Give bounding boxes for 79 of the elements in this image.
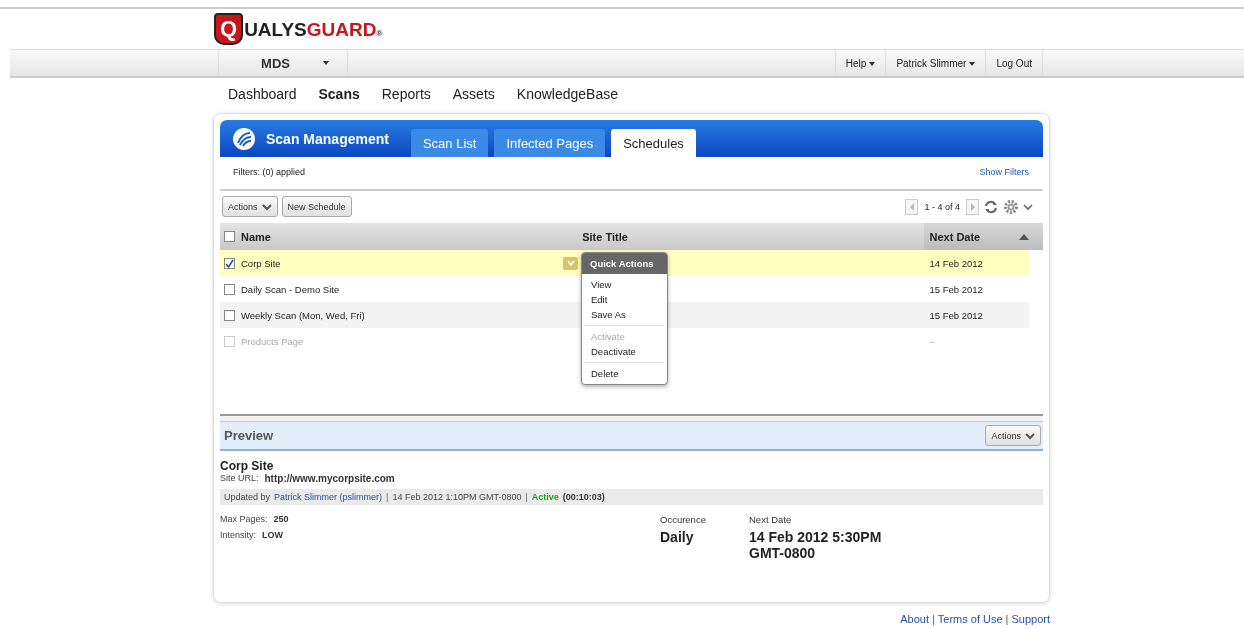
nav-link[interactable]: Scans xyxy=(318,86,360,108)
swirl-icon xyxy=(232,126,256,151)
right-arrow-icon xyxy=(969,202,976,211)
site-name: Corp Site xyxy=(220,459,275,473)
nav-link[interactable]: Dashboard xyxy=(228,86,297,108)
updated-time: 14 Feb 2012 1:10PM GMT-0800 xyxy=(392,492,522,502)
separator: | xyxy=(1005,613,1009,625)
panel-title: Scan Management xyxy=(266,130,389,147)
field-value: 250 xyxy=(273,514,289,524)
new-schedule-button[interactable]: New Schedule xyxy=(281,196,352,217)
field-label: Max Pages: xyxy=(220,514,268,524)
sort-icon[interactable] xyxy=(1019,233,1029,240)
table-cell: Weekly Scan (Mon, Wed, Fri) xyxy=(241,309,365,321)
table-cell: 15 Feb 2012 xyxy=(929,309,983,321)
footer-link[interactable]: About xyxy=(900,613,929,625)
updated-label: Updated by xyxy=(224,492,271,502)
table-cell: Corp Site xyxy=(241,257,281,269)
checkbox[interactable] xyxy=(224,309,235,321)
tab[interactable]: Schedules xyxy=(611,129,696,157)
actions-button[interactable]: Actions xyxy=(222,196,278,217)
field-label: Site URL: xyxy=(220,473,259,484)
tab[interactable]: Infected Pages xyxy=(494,129,606,157)
refresh-icon[interactable] xyxy=(983,198,999,215)
paging-text: 1 - 4 of 4 xyxy=(923,201,961,212)
splitter-bar[interactable] xyxy=(220,414,1043,422)
caret-icon xyxy=(869,61,876,66)
menu-title: Quick Actions xyxy=(582,253,667,274)
workspace-dropdown[interactable]: MDS xyxy=(218,50,348,76)
field-label: Occurence xyxy=(660,514,707,525)
menu-item[interactable]: Deactivate xyxy=(582,344,667,359)
duration-text: (00:10:03) xyxy=(562,492,605,502)
menu-item[interactable]: Delete xyxy=(582,366,667,381)
chevron-icon xyxy=(566,260,575,266)
table-cell: 15 Feb 2012 xyxy=(929,283,983,295)
table-cell: Products Page xyxy=(241,335,304,347)
left-arrow-icon xyxy=(908,202,915,211)
separator: | xyxy=(931,613,935,625)
next-date-value: 14 Feb 2012 5:30PM GMT-0800 xyxy=(749,529,883,561)
checkbox[interactable] xyxy=(224,231,235,242)
field-label: Intensity: xyxy=(220,530,257,540)
top-bar-link[interactable]: Log Out xyxy=(985,50,1043,76)
caret-icon xyxy=(322,61,329,65)
top-bar-link[interactable]: Patrick Slimmer xyxy=(885,50,986,76)
nav-link[interactable]: KnowledgeBase xyxy=(516,86,618,108)
footer-link[interactable]: Support xyxy=(1011,613,1050,625)
user-link[interactable]: Patrick Slimmer (pslimmer) xyxy=(274,492,383,502)
caret-icon xyxy=(969,61,976,66)
filters-status: Filters: (0) applied xyxy=(233,167,306,179)
footer-link[interactable]: Terms of Use xyxy=(937,613,1003,625)
table-cell: 14 Feb 2012 xyxy=(929,257,983,269)
show-filters-link[interactable]: Show Filters xyxy=(979,167,1029,189)
previous-page-button[interactable] xyxy=(905,198,919,215)
quick-actions-button[interactable] xyxy=(563,256,578,270)
field-label: Next Date xyxy=(749,514,793,525)
column-header[interactable]: Name xyxy=(241,230,271,243)
menu-item[interactable]: Save As xyxy=(582,307,667,322)
preview-title: Preview xyxy=(224,428,274,443)
tab[interactable]: Scan List xyxy=(410,129,489,157)
table-cell: – xyxy=(929,335,935,347)
occurrence-value: Daily xyxy=(660,529,694,545)
chevron-icon[interactable] xyxy=(1023,202,1033,211)
settings-icon[interactable] xyxy=(1003,198,1019,215)
status-text: Active xyxy=(531,492,559,502)
separator: | xyxy=(525,492,528,502)
nav-link[interactable]: Reports xyxy=(381,86,431,108)
menu-item[interactable]: Edit xyxy=(582,292,667,307)
top-bar-link[interactable]: Help xyxy=(834,50,886,76)
column-header[interactable]: Site Title xyxy=(582,230,628,243)
chevron-icon xyxy=(261,202,272,211)
checkbox[interactable] xyxy=(224,283,235,295)
nav-link[interactable]: Assets xyxy=(452,86,495,108)
table-cell: Daily Scan - Demo Site xyxy=(241,283,340,295)
menu-item[interactable]: View xyxy=(582,277,667,292)
site-url: http://www.mycorpsite.com xyxy=(264,473,395,484)
separator: | xyxy=(386,492,389,502)
actions-button[interactable]: Actions xyxy=(985,425,1041,446)
chevron-icon xyxy=(1025,431,1035,440)
field-value: LOW xyxy=(262,530,284,540)
checkbox[interactable] xyxy=(224,257,235,269)
